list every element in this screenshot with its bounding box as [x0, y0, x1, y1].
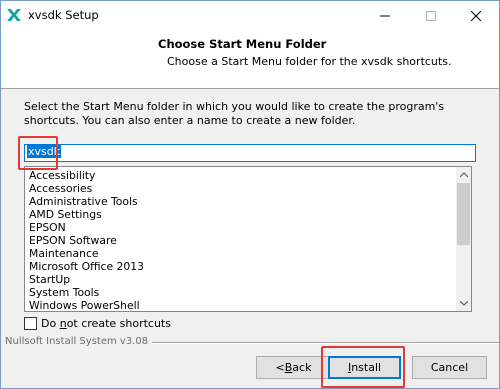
footer-divider	[121, 342, 499, 344]
scroll-up-button[interactable]	[456, 167, 471, 182]
folder-list-item[interactable]: Maintenance	[29, 247, 144, 260]
title-bar: xvsdk Setup	[1, 1, 499, 30]
folder-list-item[interactable]: Administrative Tools	[29, 195, 144, 208]
folder-name-input[interactable]: xvsdk	[24, 144, 476, 162]
page-subtitle: Choose a Start Menu folder for the xvsdk…	[167, 55, 452, 68]
chevron-down-icon	[459, 301, 468, 306]
scroll-down-button[interactable]	[456, 296, 471, 311]
folder-list-item[interactable]: StartUp	[29, 273, 144, 286]
chevron-up-icon	[459, 172, 468, 177]
no-shortcuts-checkbox[interactable]	[24, 317, 37, 330]
installer-branding: Nullsoft Install System v3.08	[5, 336, 153, 347]
maximize-icon	[426, 10, 436, 21]
cancel-button[interactable]: Cancel	[412, 356, 487, 379]
folder-list-item[interactable]: Windows PowerShell	[29, 299, 144, 312]
no-shortcuts-option[interactable]: Do not create shortcuts	[24, 317, 171, 330]
folder-list-item[interactable]: AMD Settings	[29, 208, 144, 221]
folder-list-item[interactable]: EPSON Software	[29, 234, 144, 247]
back-button[interactable]: < Back	[256, 356, 331, 379]
folder-list-item[interactable]: Accessibility	[29, 169, 144, 182]
minimize-button[interactable]	[362, 1, 408, 30]
window-title: xvsdk Setup	[28, 8, 99, 22]
no-shortcuts-label: Do not create shortcuts	[41, 317, 171, 330]
close-window-button[interactable]	[453, 1, 499, 30]
page-title: Choose Start Menu Folder	[158, 37, 327, 51]
minimize-icon	[380, 15, 390, 16]
nsis-installer-icon	[7, 9, 21, 21]
folder-list[interactable]: Accessibility Accessories Administrative T…	[24, 166, 472, 312]
folder-list-item[interactable]: Microsoft Office 2013	[29, 260, 144, 273]
folder-input-highlight	[18, 136, 58, 170]
page-header: Choose Start Menu Folder Choose a Start …	[1, 30, 499, 89]
folder-list-item[interactable]: EPSON	[29, 221, 144, 234]
install-button-highlight	[321, 346, 405, 388]
folder-list-item[interactable]: Accessories	[29, 182, 144, 195]
maximize-button[interactable]	[408, 1, 454, 30]
folder-list-items: Accessibility Accessories Administrative T…	[29, 169, 144, 312]
instruction-text: Select the Start Menu folder in which yo…	[24, 100, 445, 127]
folder-list-item[interactable]: System Tools	[29, 286, 144, 299]
folder-list-scrollbar[interactable]	[456, 167, 471, 311]
scroll-thumb[interactable]	[457, 183, 470, 245]
close-icon	[471, 10, 481, 21]
installer-window: xvsdk Setup Choose Start Menu Folder Cho…	[0, 0, 500, 389]
